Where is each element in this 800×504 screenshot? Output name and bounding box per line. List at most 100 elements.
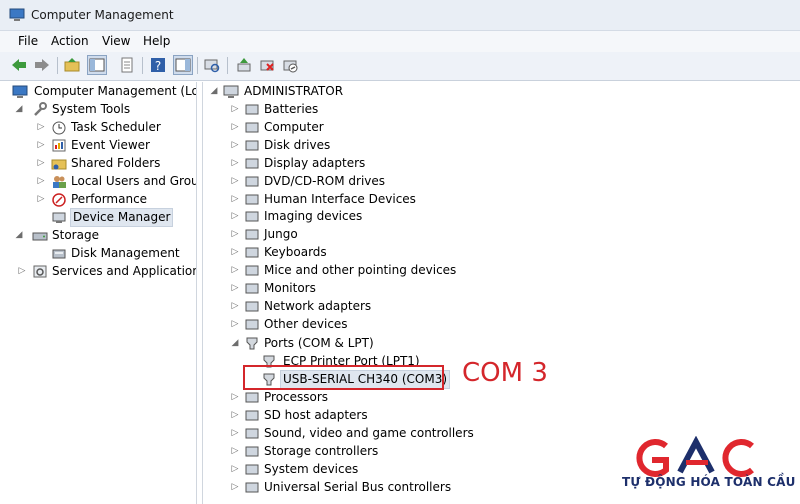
tree-item-label: Mice and other pointing devices [264,263,457,278]
expand-arrow-icon[interactable]: ▷ [230,298,240,315]
expand-arrow-icon[interactable]: ▷ [230,137,240,154]
device-category-icon [245,158,259,169]
device-category-icon [245,176,259,187]
com-port-highlight-box [243,365,444,390]
device-category-icon [245,140,259,151]
device-category-icon [245,392,259,403]
expand-arrow-icon[interactable]: ▷ [230,425,240,442]
computer-management-icon [12,85,28,98]
expand-arrow-icon[interactable]: ▷ [230,244,240,261]
collapse-arrow-icon[interactable]: ◢ [230,335,240,352]
tree-item-label: Universal Serial Bus controllers [264,479,452,494]
expand-arrow-icon[interactable]: ▷ [230,101,240,118]
tree-item-label: Human Interface Devices [264,191,416,206]
device-category-icon [245,229,259,240]
device-category-icon [245,194,259,204]
expand-arrow-icon[interactable]: ▷ [230,479,240,496]
menu-view[interactable]: View [102,34,130,48]
expand-arrow-icon[interactable]: ▷ [230,461,240,478]
expand-arrow-icon[interactable]: ▷ [230,316,240,333]
toolbar-separator [57,57,58,74]
tree-item-label: Jungo [264,227,298,242]
performance-icon [52,193,66,207]
device-category-icon [245,446,259,457]
back-arrow-icon[interactable] [10,56,28,74]
toolbar-separator [142,57,143,74]
tree-item-label: Task Scheduler [71,120,161,134]
collapse-arrow-icon[interactable]: ◢ [14,227,24,244]
device-category-icon [245,319,259,330]
collapse-arrow-icon[interactable]: ◢ [14,101,24,118]
device-category-icon [245,104,259,115]
expand-arrow-icon[interactable]: ▷ [230,119,240,136]
event-viewer-icon [52,139,66,152]
tree-item-label: Network adapters [264,298,372,313]
menu-file[interactable]: File [18,34,38,48]
tree-item-label: Computer Management (Local [34,84,197,98]
tree-item-label: Event Viewer [71,138,150,152]
console-tree-pane[interactable]: Computer Management (Local ◢ System Tool… [6,82,197,504]
expand-arrow-icon[interactable]: ▷ [36,173,46,190]
expand-arrow-icon[interactable]: ▷ [230,155,240,172]
expand-arrow-icon[interactable]: ▷ [230,208,240,225]
tree-item-label: Imaging devices [264,209,363,224]
expand-arrow-icon[interactable]: ▷ [230,173,240,190]
collapse-arrow-icon[interactable]: ◢ [209,83,219,100]
toolbar-separator [227,57,228,74]
expand-arrow-icon[interactable]: ▷ [230,280,240,297]
users-icon [53,176,66,188]
device-category-icon [245,464,259,475]
properties-sheet-icon[interactable] [118,56,136,74]
expand-arrow-icon[interactable]: ▷ [36,119,46,136]
up-folder-icon[interactable] [63,56,81,74]
update-driver-icon[interactable] [235,56,253,74]
uninstall-device-icon[interactable] [258,56,276,74]
show-hide-tree-icon[interactable] [87,55,107,75]
computer-icon [223,85,239,98]
tree-item-label: Computer [264,119,324,134]
tree-item-label: DVD/CD-ROM drives [264,173,386,188]
scan-hardware-icon[interactable] [203,56,221,74]
svg-text:?: ? [155,59,161,73]
device-category-icon [245,428,259,439]
device-category-icon [245,410,259,421]
help-icon[interactable]: ? [149,56,167,74]
expand-arrow-icon[interactable]: ▷ [230,389,240,406]
tree-item-label: System Tools [52,102,131,116]
expand-arrow-icon[interactable]: ▷ [230,443,240,460]
show-action-pane-icon[interactable] [173,55,193,75]
tree-item-label: Processors [264,390,329,404]
tree-item-label: Batteries [264,102,319,116]
tools-icon [34,102,47,116]
title-bar: Computer Management [0,0,800,31]
toolbar: ? [0,52,800,81]
tree-item-label: Shared Folders [71,156,161,170]
expand-arrow-icon[interactable]: ▷ [36,155,46,172]
clock-icon [52,121,66,135]
tree-item-label: Monitors [264,281,316,295]
expand-arrow-icon[interactable]: ▷ [17,263,27,280]
expand-arrow-icon[interactable]: ▷ [230,407,240,424]
expand-arrow-icon[interactable]: ▷ [36,137,46,154]
tree-item-label: Disk drives [264,137,331,152]
expand-arrow-icon[interactable]: ▷ [230,262,240,279]
menu-action[interactable]: Action [51,34,89,48]
tree-item-label: Storage controllers [264,443,379,458]
tree-item-label: SD host adapters [264,407,368,422]
expand-arrow-icon[interactable]: ▷ [230,226,240,243]
device-category-icon [245,247,259,258]
menu-help[interactable]: Help [143,34,170,48]
forward-arrow-icon[interactable] [33,56,51,74]
tree-item-label: System devices [264,461,359,476]
device-manager-icon [52,212,66,223]
tree-item-label: Device Manager [70,208,174,227]
tree-item-label: Sound, video and game controllers [264,425,474,440]
tree-item-label: Services and Applications [52,264,197,278]
expand-arrow-icon[interactable]: ▷ [36,191,46,208]
disable-device-icon[interactable] [281,56,299,74]
disk-icon [52,249,66,259]
menu-bar: File Action View Help [0,31,800,52]
tree-item-label: Display adapters [264,155,366,170]
tree-item-label: Storage [52,228,99,242]
expand-arrow-icon[interactable]: ▷ [230,191,240,208]
